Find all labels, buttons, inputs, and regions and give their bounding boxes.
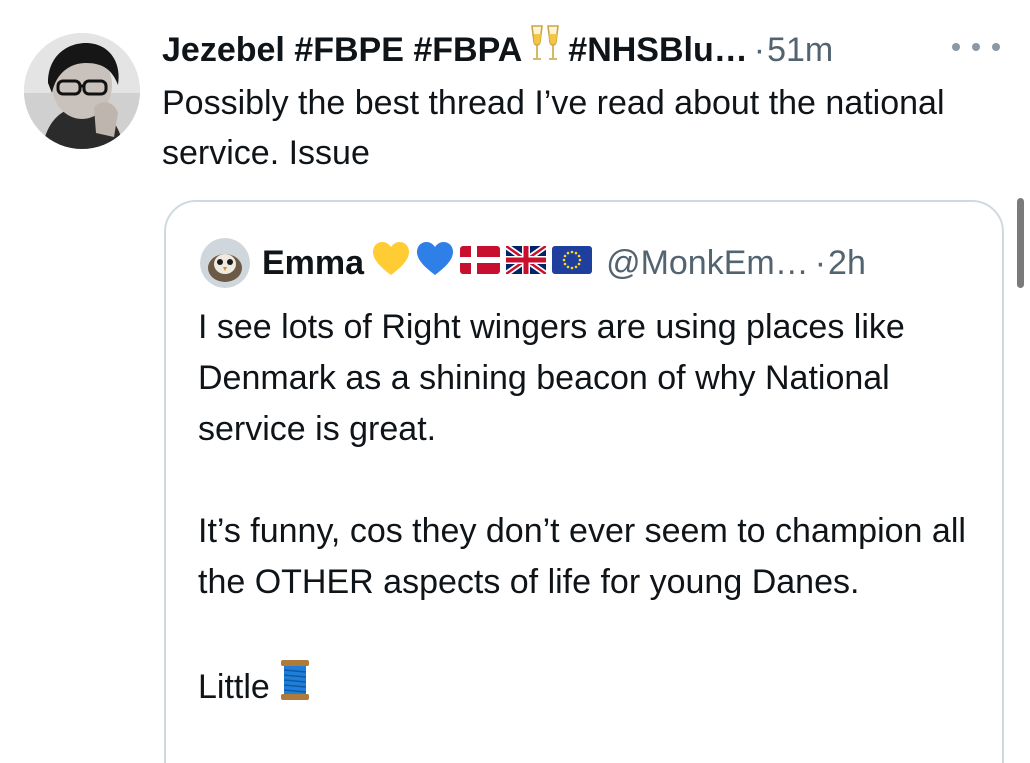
quoted-paragraph-text: Little: [198, 668, 270, 706]
blue-heart-icon: [416, 241, 454, 286]
eu-flag-icon: [552, 244, 593, 283]
display-name-suffix[interactable]: #NHSBlu…: [568, 26, 747, 74]
timestamp[interactable]: 51m: [767, 26, 833, 74]
more-options-icon[interactable]: [952, 32, 1000, 62]
dot-icon: [992, 43, 1000, 51]
quoted-tweet-text: I see lots of Right wingers are using pl…: [198, 302, 978, 763]
bird-avatar-icon: [200, 238, 250, 288]
dot-icon: [972, 43, 980, 51]
avatar[interactable]: [24, 33, 140, 149]
quoted-tweet[interactable]: Emma @MonkEm… · 2h I see lots of Right w…: [164, 200, 1004, 763]
tweet-header: Jezebel #FBPE #FBPA #NHSBlu… · 51m: [162, 24, 833, 77]
dot-icon: [952, 43, 960, 51]
quoted-tweet-header: Emma @MonkEm… · 2h: [200, 238, 866, 288]
separator-dot: ·: [753, 31, 766, 69]
uk-flag-icon: [504, 243, 548, 283]
quoted-timestamp[interactable]: 2h: [828, 244, 866, 283]
spool-of-thread-icon: [280, 659, 310, 716]
clinking-glasses-icon: [528, 24, 562, 77]
scrollbar[interactable]: [1017, 198, 1024, 288]
tweet-text: Possibly the best thread I’ve read about…: [162, 84, 945, 172]
yellow-heart-icon: [372, 241, 410, 286]
display-name[interactable]: Jezebel #FBPE #FBPA: [162, 26, 522, 74]
profile-photo: [24, 33, 140, 149]
quoted-display-name[interactable]: Emma: [262, 244, 364, 283]
quoted-paragraph-last: Little: [198, 659, 978, 716]
quoted-paragraph: It’s funny, cos they don’t ever seem to …: [198, 512, 966, 601]
tweet[interactable]: Jezebel #FBPE #FBPA #NHSBlu… · 51m Possi…: [0, 0, 1030, 763]
separator-dot: ·: [814, 243, 827, 282]
quoted-paragraph: I see lots of Right wingers are using pl…: [198, 308, 905, 448]
denmark-flag-icon: [460, 244, 501, 283]
quoted-handle[interactable]: @MonkEm…: [606, 244, 809, 283]
quoted-avatar[interactable]: [200, 238, 250, 288]
